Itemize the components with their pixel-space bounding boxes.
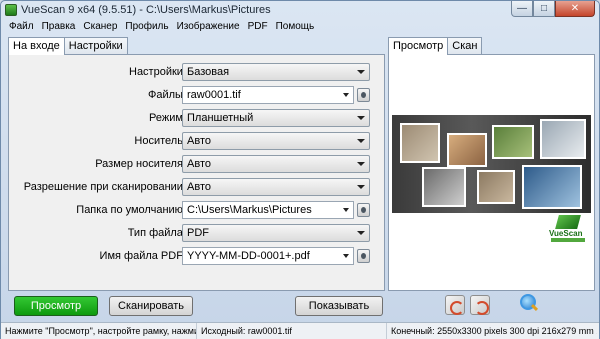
photo-thumbnail [522,165,582,209]
default-folder-reset-button[interactable] [357,203,370,217]
pdf-filename-label: Имя файла PDF: [99,250,186,262]
preview-tabs: Просмотр Скан [388,37,483,55]
window-controls: — □ ✕ [511,1,595,17]
row-file-type: Тип файла: PDF [9,224,386,242]
menu-edit[interactable]: Правка [38,19,80,35]
scan-resolution-select[interactable]: Авто [182,178,370,196]
menu-help[interactable]: Помощь [272,19,319,35]
input-settings-panel: Настройки: Базовая Файлы: raw0001.tif Ре… [8,54,385,291]
media-value: Авто [187,135,211,147]
media-size-select[interactable]: Авто [182,155,370,173]
window-title: VueScan 9 x64 (9.5.51) - C:\Users\Markus… [21,4,271,16]
files-value: raw0001.tif [187,89,241,101]
settings-pane: На входе Настройки Настройки: Базовая Фа… [8,37,385,291]
vuescan-window: VueScan 9 x64 (9.5.51) - C:\Users\Markus… [0,0,600,339]
chevron-down-icon [343,93,349,97]
pdf-filename-value: YYYY-MM-DD-0001+.pdf [187,250,310,262]
menu-pdf[interactable]: PDF [244,19,272,35]
files-label: Файлы: [147,89,186,101]
chevron-down-icon [357,231,365,235]
tab-scan[interactable]: Скан [447,37,483,54]
show-button[interactable]: Показывать [295,296,383,316]
menu-profile[interactable]: Профиль [121,19,172,35]
preview-button[interactable]: Просмотр [14,296,98,316]
rotate-left-icon[interactable] [445,295,465,315]
chevron-down-icon [357,185,365,189]
status-bar: Нажмите "Просмотр", настройте рамку, наж… [1,322,599,339]
chevron-down-icon [357,139,365,143]
chevron-down-icon [357,116,365,120]
photo-thumbnail [540,119,586,159]
chevron-down-icon [357,70,365,74]
photo-thumbnail [492,125,534,159]
row-media-size: Размер носителя: Авто [9,155,386,173]
media-size-value: Авто [187,158,211,170]
photo-thumbnail [422,167,466,207]
menu-scanner[interactable]: Сканер [79,19,121,35]
row-mode: Режим: Планшетный [9,109,386,127]
default-folder-label: Папка по умолчанию: [76,204,186,216]
zoom-in-icon[interactable] [519,294,539,314]
logo-ribbon [551,238,585,242]
photo-collage [392,115,591,213]
status-hint: Нажмите "Просмотр", настройте рамку, наж… [1,323,197,339]
pdf-filename-reset-button[interactable] [357,249,370,263]
photo-thumbnail [477,170,515,204]
file-type-label: Тип файла: [127,227,186,239]
menu-bar: Файл Правка Сканер Профиль Изображение P… [1,19,599,35]
status-output: Конечный: 2550x3300 pixels 300 dpi 216x2… [391,326,597,336]
default-folder-value: C:\Users\Markus\Pictures [187,204,312,216]
mode-select[interactable]: Планшетный [182,109,370,127]
row-settings: Настройки: Базовая [9,63,386,81]
files-reset-button[interactable] [357,88,370,102]
files-input[interactable]: raw0001.tif [182,86,354,104]
scan-resolution-label: Разрешение при сканировании: [23,181,186,193]
menu-file[interactable]: Файл [5,19,38,35]
media-select[interactable]: Авто [182,132,370,150]
default-folder-input[interactable]: C:\Users\Markus\Pictures [182,201,354,219]
app-icon [5,4,17,16]
media-label: Носитель: [134,135,186,147]
chevron-down-icon [343,254,349,258]
row-media: Носитель: Авто [9,132,386,150]
photo-thumbnail [400,123,440,163]
logo-wordmark: VueScan [549,229,583,238]
title-bar: VueScan 9 x64 (9.5.51) - C:\Users\Markus… [1,1,599,19]
mode-label: Режим: [149,112,186,124]
scan-button[interactable]: Сканировать [109,296,193,316]
vuescan-logo: VueScan [547,215,587,243]
file-type-select[interactable]: PDF [182,224,370,242]
settings-select[interactable]: Базовая [182,63,370,81]
tab-input[interactable]: На входе [8,37,65,55]
tab-preview[interactable]: Просмотр [388,37,449,55]
mode-value: Планшетный [187,112,254,124]
settings-value: Базовая [187,66,230,78]
minimize-button[interactable]: — [511,1,533,17]
close-button[interactable]: ✕ [555,1,595,17]
scan-resolution-value: Авто [187,181,211,193]
photo-thumbnail [447,133,487,167]
chevron-down-icon [343,208,349,212]
row-scan-resolution: Разрешение при сканировании: Авто [9,178,386,196]
preview-canvas[interactable]: VueScan [388,54,595,291]
row-files: Файлы: raw0001.tif [9,86,386,104]
media-size-label: Размер носителя: [95,158,186,170]
rotate-right-icon[interactable] [470,295,490,315]
logo-mark [555,215,581,229]
maximize-button[interactable]: □ [533,1,555,17]
status-source: Исходный: raw0001.tif [197,323,387,339]
settings-label: Настройки: [129,66,186,78]
settings-tabs: На входе Настройки [8,37,128,55]
tab-settings[interactable]: Настройки [63,37,128,54]
row-default-folder: Папка по умолчанию: C:\Users\Markus\Pict… [9,201,386,219]
scanned-document-image: VueScan [392,115,591,245]
preview-pane: Просмотр Скан VueScan [388,37,595,291]
menu-image[interactable]: Изображение [173,19,244,35]
file-type-value: PDF [187,227,209,239]
chevron-down-icon [357,162,365,166]
row-pdf-filename: Имя файла PDF: YYYY-MM-DD-0001+.pdf [9,247,386,265]
pdf-filename-input[interactable]: YYYY-MM-DD-0001+.pdf [182,247,354,265]
